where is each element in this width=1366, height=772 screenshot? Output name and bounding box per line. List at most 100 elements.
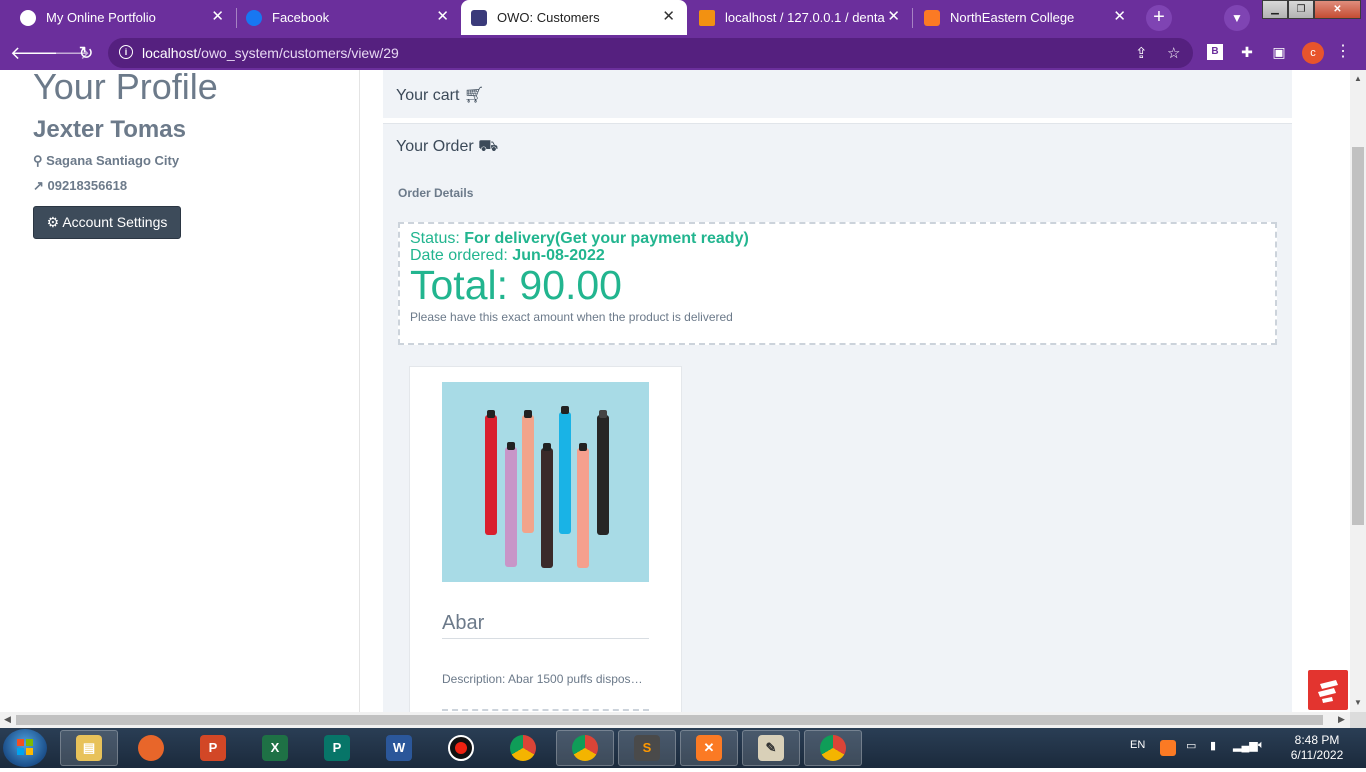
start-button[interactable]	[3, 729, 47, 767]
taskbar-recorder[interactable]	[432, 730, 490, 766]
scroll-left-icon[interactable]: ◀	[4, 714, 11, 725]
customer-location: ⚲ Sagana Santiago City	[33, 153, 179, 169]
close-icon[interactable]: ✕	[662, 9, 675, 25]
chevron-down-icon: ▼	[1231, 11, 1243, 25]
address-bar[interactable]: i localhost/owo_system/customers/view/29…	[108, 38, 1193, 68]
vertical-scroll-thumb[interactable]	[1352, 147, 1364, 525]
vape-pens-illustration	[442, 382, 649, 582]
browser-toolbar: 🡐 🡒 ↻ i localhost/owo_system/customers/v…	[0, 35, 1366, 70]
owo-icon	[471, 9, 487, 26]
action-center-icon[interactable]: ▭	[1186, 739, 1196, 752]
battery-icon[interactable]: ▮	[1210, 739, 1216, 752]
taskbar-publisher[interactable]: P	[308, 730, 366, 766]
customer-name: Jexter Tomas	[33, 116, 186, 143]
url-host: localhost	[142, 45, 198, 61]
cart-heading[interactable]: Your cart 🛒︎	[396, 85, 484, 105]
xampp-tray-icon[interactable]	[1160, 740, 1176, 756]
product-card[interactable]: Abar Description: Abar 1500 puffs dispos…	[409, 366, 682, 712]
tab-title: Facebook	[272, 10, 330, 25]
taskbar-xampp[interactable]: ✕	[680, 730, 738, 766]
folder-icon: ▤	[76, 735, 102, 761]
truck-icon: ⛟	[478, 138, 499, 155]
volume-icon[interactable]: 🔈︎	[1258, 739, 1265, 752]
taskbar-excel[interactable]: X	[246, 730, 304, 766]
tab-my-online-portfolio[interactable]: My Online Portfolio ✕	[0, 0, 236, 35]
tab-phpmyadmin[interactable]: localhost / 127.0.0.1 / dental_a ✕	[687, 0, 912, 35]
account-settings-button[interactable]: ⚙ Account Settings	[33, 206, 181, 239]
browser-tab-strip: My Online Portfolio ✕ Facebook ✕ OWO: Cu…	[0, 0, 1366, 35]
site-info-icon[interactable]: i	[119, 45, 133, 59]
taskbar-powerpoint[interactable]: P	[184, 730, 242, 766]
customer-phone: ↗ 09218356618	[33, 178, 127, 194]
publisher-icon: P	[324, 735, 350, 761]
url-path: /owo_system/customers/view/29	[197, 45, 399, 61]
product-name: Abar	[442, 612, 485, 634]
tab-title: OWO: Customers	[497, 10, 600, 25]
close-icon[interactable]: ✕	[1113, 9, 1126, 25]
taskbar-file-explorer[interactable]: ▤	[60, 730, 118, 766]
forward-button[interactable]: 🡒	[42, 41, 90, 65]
share-icon[interactable]: ⇪	[1135, 44, 1148, 62]
network-signal-icon[interactable]: ▂▄▆	[1233, 739, 1258, 752]
back-button[interactable]: 🡐	[10, 41, 58, 65]
cart-card: Your cart 🛒︎	[383, 70, 1292, 118]
extensions-puzzle-icon[interactable]: ✚	[1238, 43, 1256, 61]
clock-date: 6/11/2022	[1290, 748, 1344, 762]
language-indicator[interactable]: EN	[1130, 739, 1145, 751]
side-panel-icon[interactable]: ▣	[1270, 43, 1288, 61]
browser-menu-icon[interactable]: ⋮	[1334, 43, 1352, 61]
tab-northeastern-college[interactable]: NorthEastern College ✕	[912, 0, 1138, 35]
word-icon: W	[386, 735, 412, 761]
laravel-debugbar-icon[interactable]	[1308, 670, 1348, 710]
tab-search-button[interactable]: ▼	[1224, 5, 1250, 31]
taskbar-word[interactable]: W	[370, 730, 428, 766]
sublime-text-icon: S	[634, 735, 660, 761]
tab-owo-customers[interactable]: OWO: Customers ✕	[461, 0, 687, 35]
order-heading-text: Your Order	[396, 138, 474, 155]
status-label: Status:	[410, 230, 460, 247]
tab-title: localhost / 127.0.0.1 / dental_a	[725, 10, 885, 25]
bookmark-star-icon[interactable]: ☆	[1167, 44, 1180, 62]
taskbar-chrome-user[interactable]	[804, 730, 862, 766]
order-summary-box: Status: For delivery(Get your payment re…	[398, 222, 1277, 345]
horizontal-scrollbar[interactable]: ◀ ▶	[0, 712, 1350, 728]
taskbar-chrome-profile[interactable]	[556, 730, 614, 766]
vertical-scrollbar[interactable]: ▲ ▼	[1350, 70, 1366, 712]
close-icon[interactable]: ✕	[436, 9, 449, 25]
cart-heading-text: Your cart	[396, 87, 460, 104]
profile-avatar[interactable]: c	[1302, 42, 1324, 64]
system-clock[interactable]: 8:48 PM 6/11/2022	[1284, 733, 1350, 763]
taskbar-sublime[interactable]: S	[618, 730, 676, 766]
gear-icon: ⚙	[46, 214, 60, 230]
new-tab-button[interactable]: +	[1146, 5, 1172, 31]
close-icon[interactable]: ✕	[211, 9, 224, 25]
close-window-button[interactable]: ✕	[1314, 0, 1361, 19]
product-image[interactable]	[442, 382, 649, 582]
reload-button[interactable]: ↻	[74, 41, 98, 65]
order-total: Total: 90.00	[410, 262, 622, 308]
taskbar-chrome[interactable]	[494, 730, 552, 766]
scrollbar-corner	[1350, 712, 1366, 728]
excel-icon: X	[262, 735, 288, 761]
laravel-logo	[1318, 680, 1338, 703]
tab-facebook[interactable]: Facebook ✕	[236, 0, 461, 35]
address-url[interactable]: localhost/owo_system/customers/view/29	[142, 45, 399, 61]
phone-text: 09218356618	[47, 178, 128, 193]
scroll-right-icon[interactable]: ▶	[1338, 714, 1345, 725]
maximize-button[interactable]: ❐	[1288, 0, 1314, 19]
horizontal-scroll-thumb[interactable]	[16, 715, 1323, 725]
facebook-icon	[246, 9, 262, 26]
account-settings-label: Account Settings	[62, 214, 168, 230]
order-heading[interactable]: Your Order ⛟	[396, 137, 498, 157]
scroll-up-icon[interactable]: ▲	[1354, 74, 1362, 83]
extension-b-icon[interactable]: B	[1207, 44, 1223, 60]
chrome-icon	[820, 735, 846, 761]
minimize-button[interactable]: ▁	[1262, 0, 1288, 19]
close-icon[interactable]: ✕	[887, 9, 900, 25]
taskbar-paint[interactable]: ✎	[742, 730, 800, 766]
taskbar-firefox[interactable]	[122, 730, 180, 766]
location-text: Sagana Santiago City	[46, 153, 180, 168]
scroll-down-icon[interactable]: ▼	[1354, 698, 1362, 707]
order-details-label: Order Details	[398, 186, 474, 200]
windows-taskbar: ▤ P X P W S ✕ ✎ EN ▭ ▮ ▂▄▆ 🔈︎ 8:48 PM 6/…	[0, 728, 1366, 768]
